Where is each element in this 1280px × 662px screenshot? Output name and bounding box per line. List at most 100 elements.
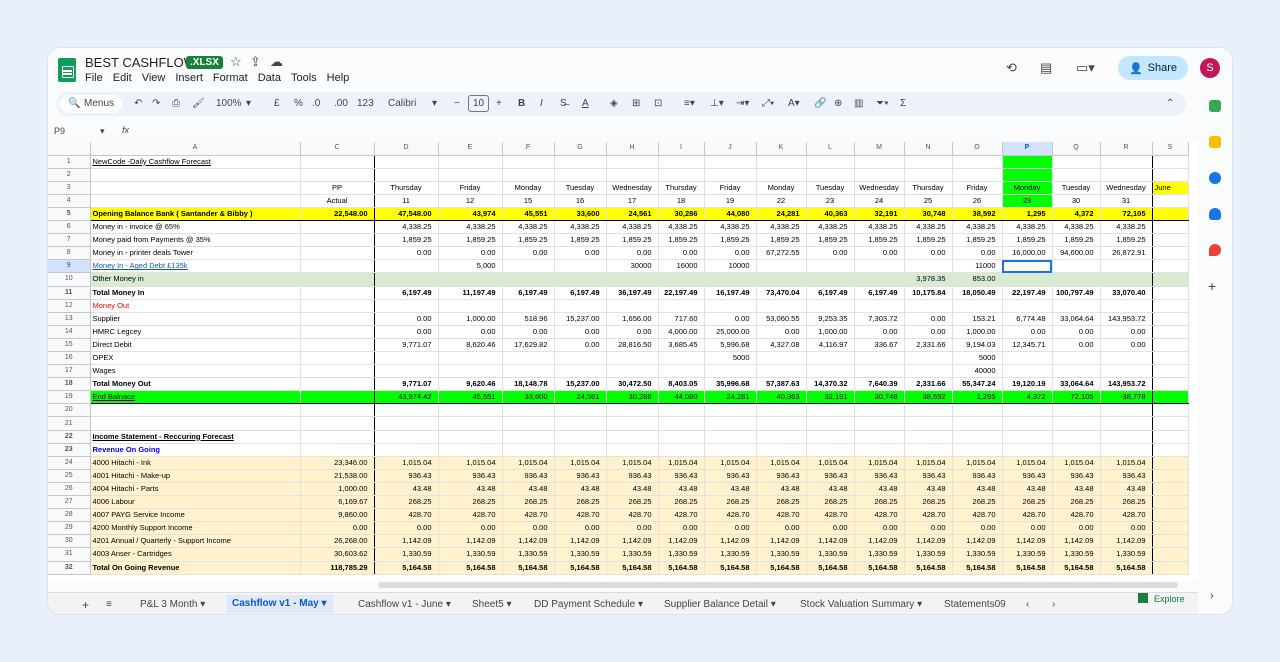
cell[interactable]: Total Money In	[90, 286, 301, 300]
cell[interactable]	[502, 364, 555, 379]
cell[interactable]: 11000	[952, 259, 1003, 274]
add-sheet-icon[interactable]: +	[82, 597, 89, 613]
calendar-icon[interactable]	[1209, 100, 1221, 112]
menu-edit[interactable]: Edit	[113, 72, 132, 84]
number-format-button[interactable]: 123	[357, 98, 374, 109]
cell[interactable]: 5,164.58	[374, 561, 439, 575]
cell[interactable]: 268.25	[854, 495, 905, 510]
cell[interactable]	[300, 403, 375, 418]
cell[interactable]: Monday	[1002, 181, 1053, 195]
cell[interactable]: 1,015.04	[374, 456, 439, 470]
cell[interactable]	[756, 416, 807, 431]
column-header-s[interactable]: S	[1152, 142, 1189, 156]
cell[interactable]: 143,953.72	[1100, 377, 1153, 392]
cell[interactable]: 936.43	[1100, 469, 1153, 483]
cell[interactable]: 44,080	[658, 390, 705, 405]
tab-cashflow-v1-june[interactable]: Cashflow v1 - June ▾	[358, 597, 451, 613]
cell[interactable]: 43.48	[1100, 482, 1153, 497]
cell[interactable]: 25	[904, 194, 953, 208]
row-header[interactable]: 3	[48, 181, 91, 195]
cell[interactable]: 1,859.25	[1002, 233, 1053, 248]
cell[interactable]	[374, 299, 439, 313]
cell[interactable]: 4,338.25	[1002, 220, 1053, 235]
cell[interactable]: 1,142.09	[952, 534, 1003, 549]
cell[interactable]: Tuesday	[806, 181, 855, 195]
menu-tools[interactable]: Tools	[291, 72, 317, 84]
cell[interactable]: End Balnace	[90, 390, 301, 405]
cell[interactable]	[756, 443, 807, 457]
cell[interactable]: 4,372	[1052, 206, 1101, 222]
cell[interactable]: 17	[606, 194, 659, 208]
cell[interactable]	[756, 168, 807, 182]
row-header[interactable]: 14	[48, 325, 91, 339]
cell[interactable]: 45,551	[438, 390, 503, 405]
cell[interactable]	[1002, 299, 1053, 313]
cell[interactable]: 73,470.04	[756, 286, 807, 300]
cell[interactable]: 428.70	[502, 508, 555, 523]
cell[interactable]	[1152, 272, 1189, 287]
cell[interactable]	[554, 259, 607, 274]
cell[interactable]: Tuesday	[1052, 181, 1101, 195]
cell[interactable]: 1,330.59	[854, 547, 905, 562]
cell[interactable]: Wednesday	[1100, 181, 1153, 195]
move-icon[interactable]: ⇪	[250, 54, 261, 70]
cell[interactable]	[806, 403, 855, 418]
cell[interactable]: 1,859.25	[756, 233, 807, 248]
cell[interactable]: Money In - Aged Debt £135k	[90, 259, 301, 274]
cell[interactable]: 1,142.09	[806, 534, 855, 549]
cell[interactable]: 9,620.46	[438, 377, 503, 392]
cell[interactable]: 0.00	[438, 246, 503, 261]
cell[interactable]: 0.00	[502, 246, 555, 261]
cell[interactable]: 24,561	[554, 390, 607, 405]
cell[interactable]: 268.25	[1100, 495, 1153, 510]
cell[interactable]: 5,996.68	[704, 338, 757, 353]
row-header[interactable]: 31	[48, 547, 91, 562]
cell[interactable]	[854, 155, 905, 169]
plus-icon[interactable]: +	[496, 98, 502, 109]
cell[interactable]: 24,281	[704, 390, 757, 405]
cell[interactable]: 32,191	[806, 390, 855, 405]
cell[interactable]: 6,197.49	[554, 286, 607, 300]
cell[interactable]: Money in - invoice @ 65%	[90, 220, 301, 235]
cell[interactable]	[952, 155, 1003, 169]
column-header-q[interactable]: Q	[1052, 142, 1101, 156]
cell[interactable]	[300, 377, 375, 392]
cell[interactable]: 268.25	[502, 495, 555, 510]
cell[interactable]	[502, 403, 555, 418]
cell[interactable]: 1,330.59	[438, 547, 503, 562]
cell[interactable]	[90, 416, 301, 431]
cell[interactable]: 0.00	[374, 312, 439, 326]
cell[interactable]: 1,859.25	[374, 233, 439, 248]
cell[interactable]: Opening Balance Bank ( Santander & Bibby…	[90, 206, 301, 222]
cell[interactable]	[300, 338, 375, 353]
cell[interactable]	[300, 220, 375, 235]
cell[interactable]	[606, 155, 659, 169]
cell[interactable]	[658, 403, 705, 418]
row-header[interactable]: 13	[48, 312, 91, 326]
cell[interactable]	[438, 351, 503, 366]
cell[interactable]: 33,064.64	[1052, 312, 1101, 326]
cell[interactable]: 0.00	[606, 521, 659, 536]
cell[interactable]	[438, 168, 503, 182]
cell[interactable]: 936.43	[438, 469, 503, 483]
cell[interactable]: 17,629.82	[502, 338, 555, 353]
cell[interactable]: 4,000.00	[658, 325, 705, 339]
row-header[interactable]: 24	[48, 456, 91, 470]
cell[interactable]: 9,860.00	[300, 508, 375, 523]
cell[interactable]: 43.48	[658, 482, 705, 497]
cell[interactable]: 0.00	[554, 338, 607, 353]
cell[interactable]	[1152, 168, 1189, 182]
cell[interactable]: 19	[704, 194, 757, 208]
cell[interactable]	[438, 299, 503, 313]
cell[interactable]: 936.43	[554, 469, 607, 483]
cell[interactable]	[806, 155, 855, 169]
tab-sheet5[interactable]: Sheet5 ▾	[472, 597, 512, 613]
cell[interactable]	[90, 181, 301, 195]
cell[interactable]	[806, 416, 855, 431]
cell[interactable]	[806, 351, 855, 366]
cell[interactable]	[554, 155, 607, 169]
cell[interactable]	[756, 155, 807, 169]
cell[interactable]	[904, 259, 953, 274]
cell[interactable]	[704, 403, 757, 418]
cell[interactable]: 1,859.25	[1100, 233, 1153, 248]
